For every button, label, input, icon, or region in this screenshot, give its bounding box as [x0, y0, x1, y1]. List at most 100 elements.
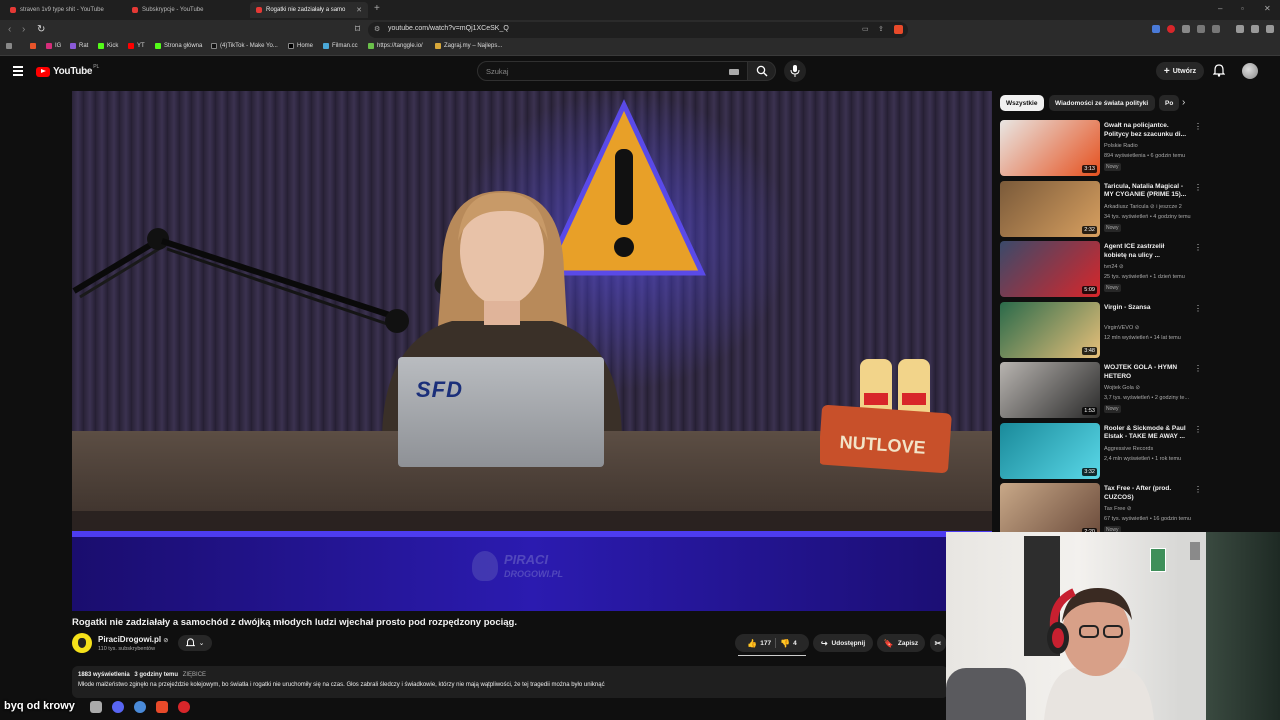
recommendation-channel[interactable]: Aggressive Records: [1104, 446, 1153, 452]
recommendation-thumbnail[interactable]: 3:13: [1000, 120, 1100, 176]
description-box[interactable]: 1883 wyświetlenia 3 godziny temu ZIĘBICE…: [72, 666, 948, 698]
close-window-icon[interactable]: ✕: [1264, 4, 1271, 13]
recommendation-channel[interactable]: Polskie Radio: [1104, 143, 1138, 149]
cast-icon[interactable]: ▭: [862, 25, 869, 33]
recommendation-title[interactable]: Tax Free - After (prod. CUZCOS): [1104, 485, 1188, 502]
hamburger-menu-icon[interactable]: [13, 66, 23, 76]
more-options-icon[interactable]: ⋮: [1194, 485, 1202, 494]
bookmark-item[interactable]: Rat: [70, 43, 88, 49]
subscription-bell-button[interactable]: ⌄: [178, 635, 212, 651]
brave-icon[interactable]: [156, 701, 168, 713]
menu-icon[interactable]: [1266, 25, 1274, 33]
recommendation-item[interactable]: 2:32 Taricula, Natalia Magical - MY CYGAN…: [1000, 180, 1202, 239]
recommendation-thumbnail[interactable]: 2:32: [1000, 180, 1100, 237]
more-options-icon[interactable]: ⋮: [1194, 425, 1202, 434]
wallet-icon[interactable]: [1251, 25, 1259, 33]
chip-politics-news[interactable]: Wiadomości ze świata polityki: [1049, 95, 1155, 111]
create-button[interactable]: + Utwórz: [1156, 62, 1204, 80]
search-button[interactable]: [748, 61, 776, 81]
clip-button[interactable]: ✂: [930, 634, 946, 652]
extension-icon[interactable]: [1212, 25, 1220, 33]
share-button[interactable]: ↪ Udostępnij: [813, 634, 873, 652]
recommendation-item[interactable]: 5:09 Agent ICE zastrzelił kobietę na ulic…: [1000, 241, 1202, 299]
extension-icon[interactable]: [1182, 25, 1190, 33]
recommendation-title[interactable]: Gwałt na policjantce. Politycy bez szacu…: [1104, 122, 1188, 139]
chip-all[interactable]: Wszystkie: [1000, 95, 1044, 111]
bookmark-item[interactable]: YT: [128, 43, 145, 49]
browser-tab-active[interactable]: Rogatki nie zadziałały a samo ✕: [250, 2, 368, 18]
recommendation-title[interactable]: Agent ICE zastrzelił kobietę na ulicy ..…: [1104, 243, 1188, 260]
recommendation-item[interactable]: 3:48 Virgin - Szansa VirginVEVO ⊘ 12 mln wy…: [1000, 301, 1202, 360]
video-player[interactable]: SFD NUTLOVE PIRACI DROGOWI.PL: [72, 91, 992, 611]
bookmark-item[interactable]: (4)TikTok - Make Yo...: [211, 43, 278, 49]
chip-more[interactable]: Po: [1159, 95, 1179, 111]
share-icon[interactable]: ⇪: [878, 25, 884, 33]
save-button[interactable]: 🔖 Zapisz: [877, 634, 925, 652]
browser-tab[interactable]: Subskrypcje - YouTube: [126, 2, 248, 18]
channel-avatar[interactable]: [72, 633, 92, 653]
youtube-logo[interactable]: YouTube PL: [36, 64, 99, 77]
recommendation-title[interactable]: Taricula, Natalia Magical - MY CYGANIE (…: [1104, 183, 1188, 200]
more-options-icon[interactable]: ⋮: [1194, 122, 1202, 131]
like-button[interactable]: 👍 177: [747, 639, 771, 648]
recommendation-channel[interactable]: Tax Free ⊘: [1104, 506, 1132, 512]
back-icon[interactable]: ‹: [8, 24, 11, 35]
recommendation-channel[interactable]: Arkadiusz Taricula ⊘ i jeszcze 2: [1104, 204, 1182, 210]
more-options-icon[interactable]: ⋮: [1194, 304, 1202, 313]
extension-icon[interactable]: [1167, 25, 1175, 33]
recommendation-title[interactable]: WOJTEK GOLA - HYMN HETERO: [1104, 364, 1188, 381]
bookmark-item[interactable]: Kick: [98, 43, 118, 49]
new-tab-icon[interactable]: +: [374, 3, 380, 14]
bookmark-item[interactable]: IG: [46, 43, 61, 49]
recommendation-thumbnail[interactable]: 2:20: [1000, 483, 1100, 539]
site-info-icon[interactable]: ⚙: [374, 25, 380, 33]
close-tab-icon[interactable]: ✕: [356, 6, 362, 14]
chrome-icon[interactable]: [134, 701, 146, 713]
bookmark-icon[interactable]: ⌑: [355, 24, 360, 35]
forward-icon[interactable]: ›: [22, 24, 25, 35]
apps-icon[interactable]: [6, 43, 15, 49]
minimize-icon[interactable]: –: [1218, 4, 1222, 13]
recommendation-thumbnail[interactable]: 3:32: [1000, 422, 1100, 479]
extension-icon[interactable]: [1197, 25, 1205, 33]
url-field[interactable]: ⚙ youtube.com/watch?v=mQj1XCeSK_Q ▭ ⇪: [368, 22, 908, 38]
reload-icon[interactable]: ↻: [37, 24, 45, 35]
opera-icon[interactable]: [178, 701, 190, 713]
more-options-icon[interactable]: ⋮: [1194, 183, 1202, 192]
more-options-icon[interactable]: ⋮: [1194, 364, 1202, 373]
channel-name-link[interactable]: PiraciDrogowi.pl ⊘: [98, 635, 168, 644]
bookmark-item[interactable]: Filman.cc: [323, 43, 358, 49]
brave-shields-icon[interactable]: [894, 25, 903, 34]
media-icon[interactable]: [1236, 25, 1244, 33]
user-avatar[interactable]: [1242, 63, 1258, 79]
voice-search-button[interactable]: [784, 60, 806, 82]
bookmark-item[interactable]: [30, 43, 39, 49]
notifications-bell-icon[interactable]: [1213, 64, 1225, 77]
more-options-icon[interactable]: ⋮: [1194, 243, 1202, 252]
recommendation-channel[interactable]: Wojtek Gola ⊘: [1104, 385, 1140, 391]
dislike-button[interactable]: 👎 4: [780, 639, 797, 648]
bookmark-item[interactable]: Strona główna: [155, 43, 202, 49]
recommendation-title[interactable]: Rooler & Sickmode & Paul Elstak - TAKE M…: [1104, 425, 1188, 442]
discord-icon[interactable]: [112, 701, 124, 713]
recommendation-thumbnail[interactable]: 1:53: [1000, 362, 1100, 418]
hashtag-link[interactable]: ZIĘBICE: [183, 672, 206, 678]
bookmark-item[interactable]: https://tanggle.io/: [368, 43, 423, 49]
bookmark-item[interactable]: Home: [288, 43, 313, 49]
recommendation-title[interactable]: Virgin - Szansa: [1104, 304, 1188, 313]
bookmark-item[interactable]: Zagraj.my – Najleps...: [435, 43, 502, 49]
keyboard-icon[interactable]: [729, 69, 739, 75]
search-field[interactable]: Szukaj: [477, 61, 748, 81]
recommendation-channel[interactable]: VirginVEVO ⊘: [1104, 325, 1139, 331]
recommendation-item[interactable]: 1:53 WOJTEK GOLA - HYMN HETERO Wojtek Gola…: [1000, 362, 1202, 420]
recommendation-item[interactable]: 3:13 Gwałt na policjantce. Politycy bez s…: [1000, 120, 1202, 178]
recommendation-item[interactable]: 3:32 Rooler & Sickmode & Paul Elstak - TA…: [1000, 422, 1202, 481]
recommendation-channel[interactable]: tvn24 ⊘: [1104, 264, 1124, 270]
extension-icon[interactable]: [1152, 25, 1160, 33]
maximize-icon[interactable]: ▫: [1241, 4, 1244, 13]
app-icon[interactable]: [90, 701, 102, 713]
recommendation-thumbnail[interactable]: 5:09: [1000, 241, 1100, 297]
browser-tab[interactable]: straven 1v9 type shit - YouTube: [4, 2, 126, 18]
search-input[interactable]: Szukaj: [486, 67, 509, 76]
recommendation-thumbnail[interactable]: 3:48: [1000, 301, 1100, 358]
